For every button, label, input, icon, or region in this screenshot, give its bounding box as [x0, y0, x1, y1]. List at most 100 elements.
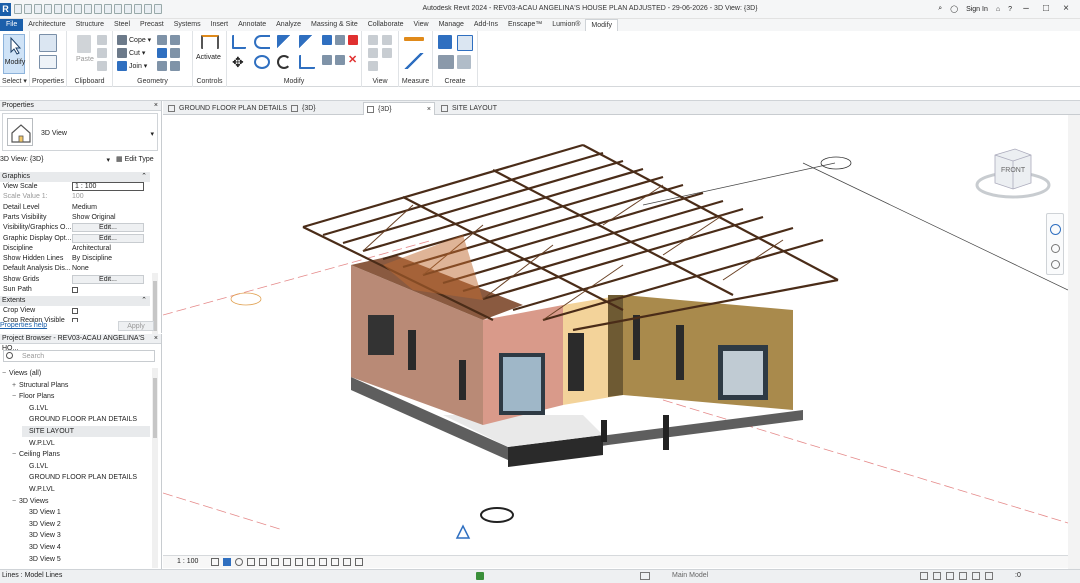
split-icon[interactable] — [322, 35, 332, 45]
paint-icon[interactable] — [157, 48, 167, 58]
select-dropdown[interactable]: Select ▾ — [0, 77, 29, 85]
browser-tree-item[interactable]: 3D View 5 — [22, 554, 150, 565]
browser-tree-item[interactable]: GROUND FLOOR PLAN DETAILS — [22, 472, 150, 483]
property-value[interactable]: Edit... — [72, 223, 144, 233]
view-instance-selector[interactable]: 3D View: {3D} ▾ — [0, 156, 112, 164]
select-links-icon[interactable] — [920, 572, 928, 580]
browser-search-input[interactable]: Search — [3, 350, 155, 362]
rotate-icon[interactable] — [277, 55, 291, 69]
level-marker[interactable] — [820, 156, 852, 170]
measure-icon[interactable] — [74, 4, 82, 14]
extents-section[interactable]: Extents ⌃ — [0, 296, 150, 306]
steering-wheel-icon[interactable] — [1050, 224, 1061, 235]
select-underlay-icon[interactable] — [933, 572, 941, 580]
visual-style-icon[interactable] — [223, 558, 231, 566]
type-selector[interactable]: 3D View ▾ — [2, 113, 158, 151]
cart-icon[interactable]: ⌂ — [996, 6, 1000, 13]
properties-icon[interactable] — [39, 34, 57, 52]
print-icon[interactable] — [64, 4, 72, 14]
thin-lines-icon[interactable] — [134, 4, 142, 14]
switch-windows-icon[interactable] — [154, 4, 162, 14]
hammer-icon[interactable] — [170, 61, 180, 71]
collapse-icon[interactable]: − — [12, 391, 19, 402]
browser-tree-item[interactable]: + Structural Plans — [12, 380, 150, 391]
demolish-icon[interactable] — [170, 48, 180, 58]
collapse-icon[interactable]: − — [12, 496, 19, 507]
graphics-section[interactable]: Graphics ⌃ — [0, 172, 150, 182]
zoom-icon[interactable] — [1051, 244, 1060, 253]
close-hidden-icon[interactable] — [144, 4, 152, 14]
browser-tree-item[interactable]: G.LVL — [22, 461, 150, 472]
select-by-face-icon[interactable] — [959, 572, 967, 580]
edit-type-button[interactable]: ▦ Edit Type — [116, 155, 154, 163]
tab-collaborate[interactable]: Collaborate — [363, 19, 409, 31]
zoom-extents-icon[interactable] — [1051, 260, 1060, 269]
revit-logo-icon[interactable]: R — [0, 3, 11, 16]
modify-tool-button[interactable]: Modify — [3, 34, 25, 74]
browser-tree-item[interactable]: −3D Views — [12, 496, 150, 507]
crop-icon[interactable] — [271, 558, 279, 566]
collapse-icon[interactable]: − — [2, 368, 9, 379]
dimension-icon[interactable] — [84, 4, 92, 14]
property-value[interactable]: Edit... — [72, 274, 144, 284]
mirror-axis-icon[interactable] — [277, 35, 293, 49]
browser-tree-item[interactable]: GROUND FLOOR PLAN DETAILS — [22, 414, 150, 425]
browser-tree-item[interactable]: − Views (all) — [2, 368, 150, 379]
linework-icon[interactable] — [368, 48, 378, 58]
type-dropdown-icon[interactable]: ▾ — [150, 130, 154, 138]
sun-path-icon[interactable] — [235, 558, 243, 566]
detail-level-icon[interactable] — [211, 558, 219, 566]
join-button[interactable]: Join ▾ — [129, 62, 147, 70]
tab-view[interactable]: View — [409, 19, 434, 31]
create-assembly-icon[interactable] — [438, 35, 452, 49]
lock-view-icon[interactable] — [295, 558, 303, 566]
copy-move-icon[interactable] — [254, 55, 270, 69]
expand-icon[interactable]: + — [12, 380, 19, 391]
close-button[interactable]: × — [1060, 3, 1072, 15]
show-crop-icon[interactable] — [283, 558, 291, 566]
help-icon[interactable]: ? — [1008, 6, 1012, 13]
view-scale[interactable]: 1 : 100 — [177, 558, 198, 565]
delete-icon[interactable]: ✕ — [348, 55, 358, 66]
browser-tree-item[interactable]: 3D View 1 — [22, 507, 150, 518]
tab-precast[interactable]: Precast — [135, 19, 169, 31]
worksets-icon[interactable] — [476, 572, 484, 580]
cope-button[interactable]: Cope ▾ — [129, 36, 151, 44]
tab-massing-site[interactable]: Massing & Site — [306, 19, 363, 31]
mirror-draw-icon[interactable] — [299, 35, 315, 49]
match-icon[interactable] — [97, 61, 107, 71]
cut-icon[interactable] — [117, 48, 127, 58]
paste-icon[interactable] — [77, 35, 91, 53]
tab-analyze[interactable]: Analyze — [271, 19, 306, 31]
reveal-icon[interactable] — [382, 48, 392, 58]
property-value[interactable]: Edit... — [72, 233, 144, 243]
select-pinned-icon[interactable] — [946, 572, 954, 580]
unpin-icon[interactable] — [335, 55, 345, 65]
properties-help-link[interactable]: Properties help — [0, 322, 47, 329]
browser-tree-item[interactable]: SITE LAYOUT — [22, 426, 150, 437]
close-browser-icon[interactable]: × — [154, 334, 158, 344]
tab-modify[interactable]: Modify — [585, 18, 619, 32]
offset-icon[interactable] — [254, 35, 270, 49]
wall-joins-icon[interactable] — [170, 35, 180, 45]
browser-tree-item[interactable]: G.LVL — [22, 403, 150, 414]
apply-button[interactable]: Apply — [118, 321, 154, 331]
temp-hide-icon[interactable] — [307, 558, 315, 566]
reveal-hidden-icon[interactable] — [319, 558, 327, 566]
maximize-button[interactable]: □ — [1040, 3, 1052, 15]
section-icon[interactable] — [124, 4, 132, 14]
close-properties-icon[interactable]: × — [154, 101, 158, 111]
cope-icon[interactable] — [117, 35, 127, 45]
shadows-icon[interactable] — [247, 558, 255, 566]
sync-icon[interactable] — [34, 4, 42, 14]
create-similar-icon[interactable] — [457, 55, 471, 69]
browser-tree-item[interactable]: − Floor Plans — [12, 391, 150, 402]
survey-point-icon[interactable] — [455, 524, 471, 539]
activate-button[interactable]: Activate — [196, 54, 221, 61]
tab-structure[interactable]: Structure — [71, 19, 109, 31]
activate-icon[interactable] — [201, 35, 219, 49]
pin-icon[interactable] — [348, 35, 358, 45]
aligned-dimension-icon[interactable] — [404, 53, 424, 69]
move-icon[interactable]: ✥ — [232, 55, 246, 69]
browser-tree-item[interactable]: 3D View 4 — [22, 542, 150, 553]
